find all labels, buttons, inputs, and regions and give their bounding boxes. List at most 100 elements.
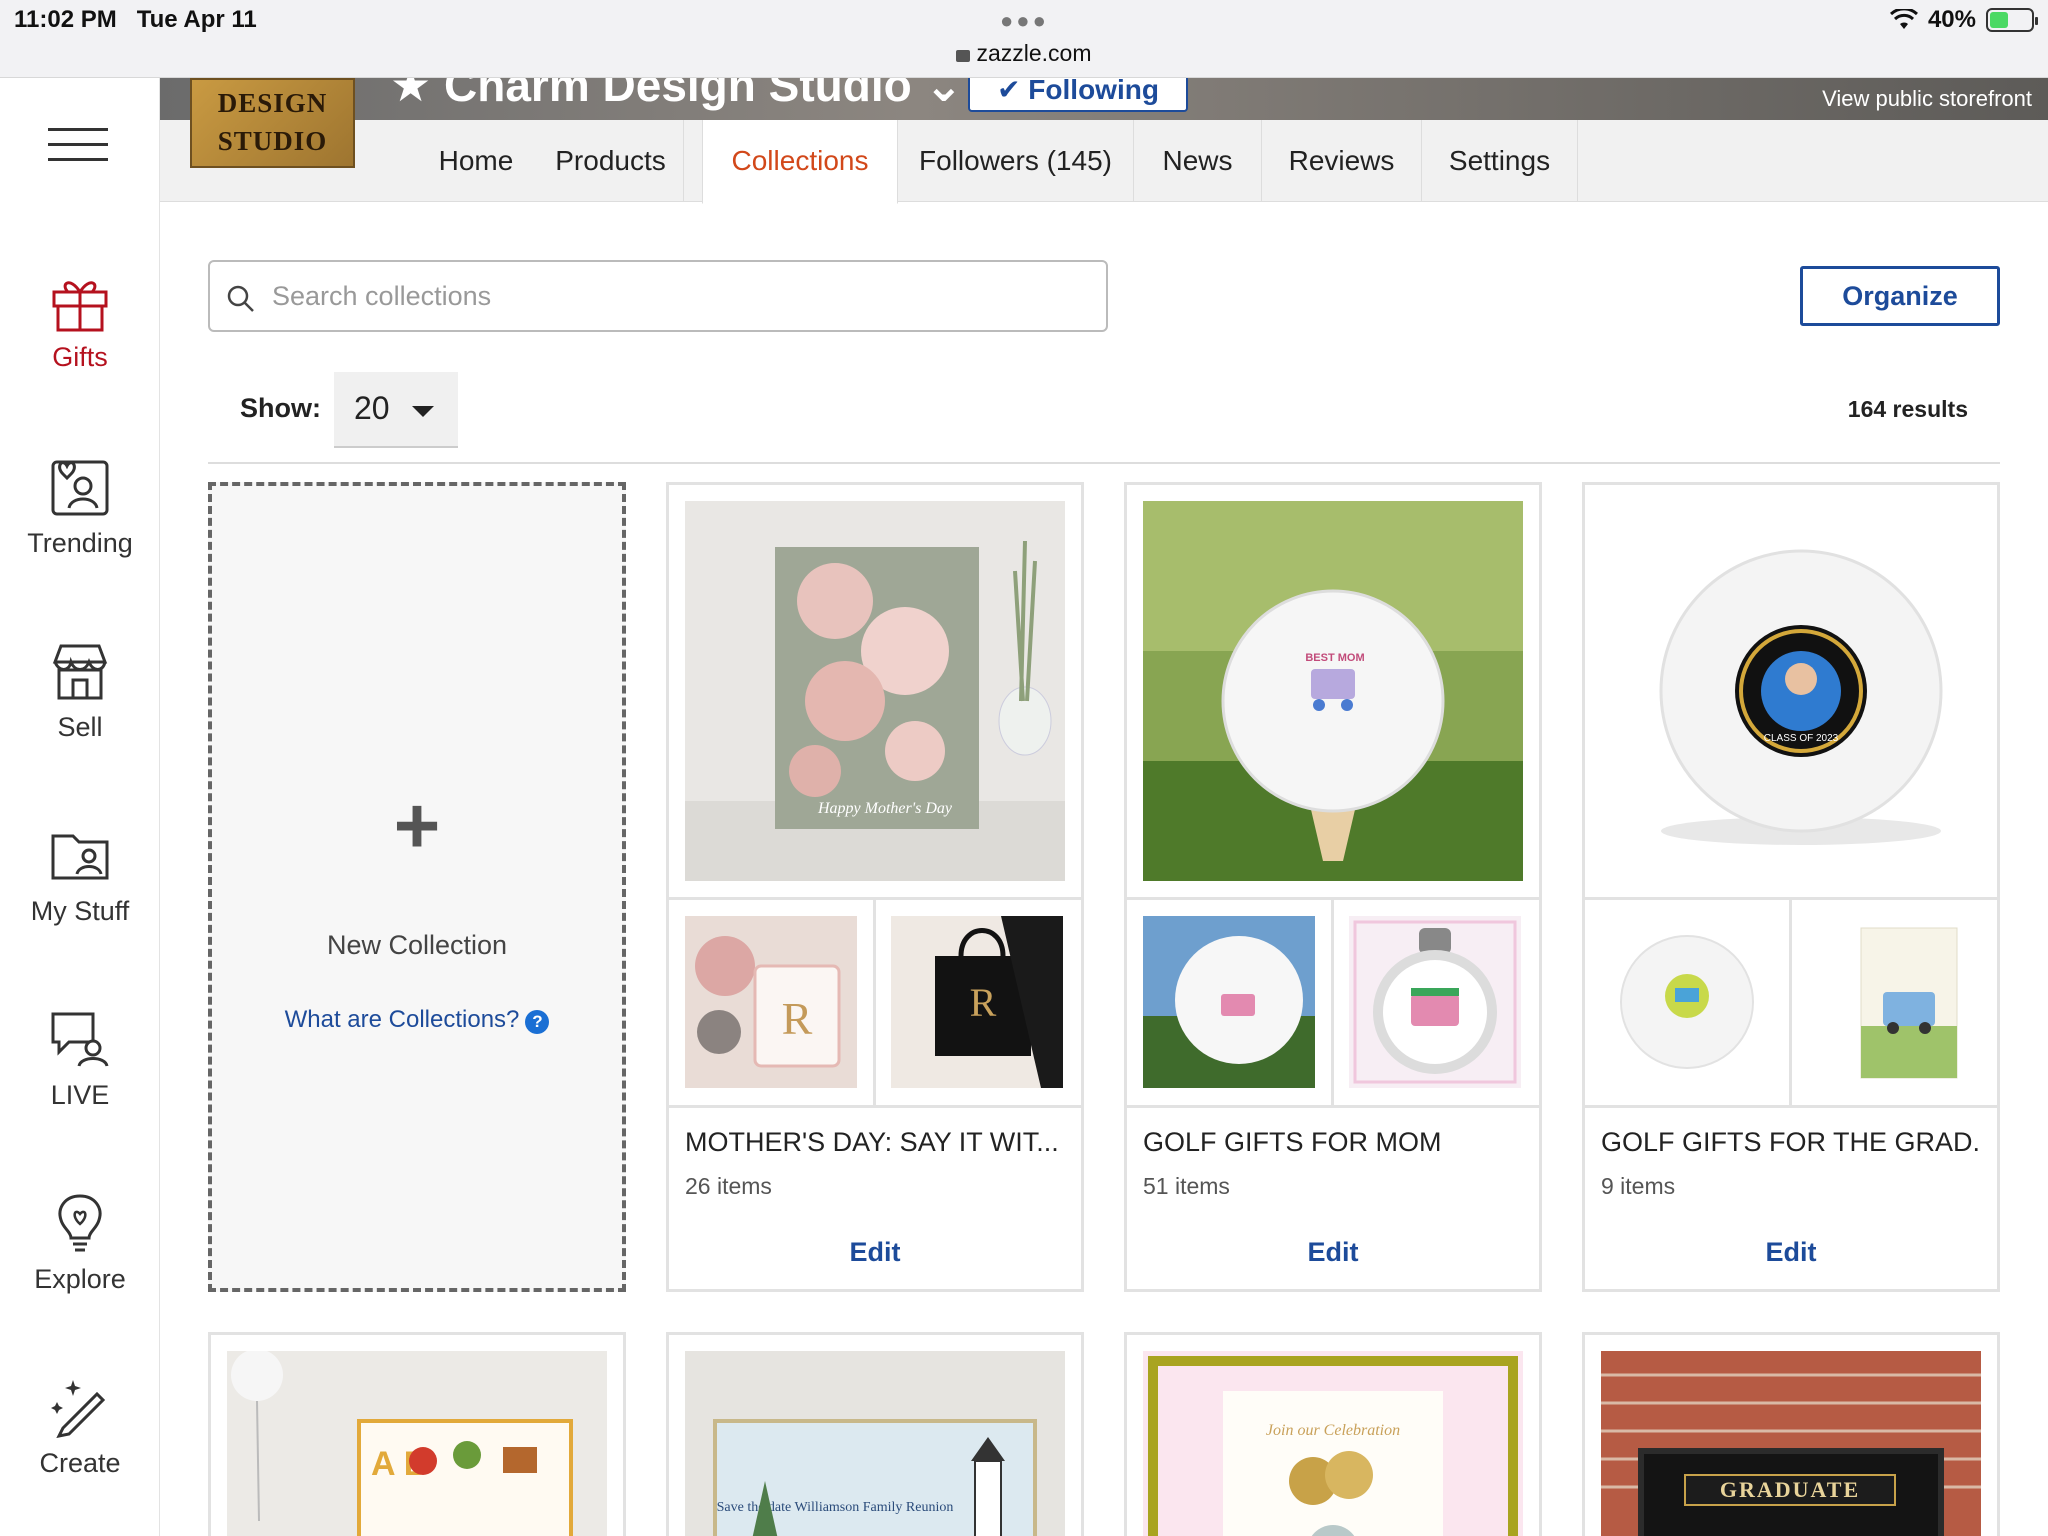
what-are-collections-link[interactable]: What are Collections?? bbox=[212, 1006, 622, 1034]
edit-link[interactable]: Edit bbox=[1585, 1237, 1997, 1268]
collection-cover-image: Happy Mother's Day bbox=[685, 501, 1065, 881]
card-text: GRADUATE bbox=[1720, 1477, 1860, 1502]
tab-followers[interactable]: Followers (145) bbox=[898, 120, 1134, 202]
store-banner: ★ Charm Design Studio ⌄ ✔ Following View… bbox=[160, 78, 2048, 120]
divider bbox=[208, 462, 2000, 464]
date-text: Tue Apr 11 bbox=[136, 6, 257, 33]
rail-label: Gifts bbox=[52, 342, 108, 372]
collection-card[interactable]: Save the date Williamson Family Reunion bbox=[666, 1332, 1084, 1536]
rail-item-sell[interactable]: Sell bbox=[0, 640, 160, 743]
card-text: Save the date Williamson Family Reunion bbox=[717, 1500, 954, 1515]
url-text: zazzle.com bbox=[976, 40, 1092, 66]
trending-icon bbox=[51, 460, 109, 516]
magic-pen-icon bbox=[51, 1380, 106, 1438]
page-size-value: 20 bbox=[354, 390, 390, 426]
rail-label: Trending bbox=[27, 528, 133, 558]
rail-item-my-stuff[interactable]: My Stuff bbox=[0, 824, 160, 927]
folder-icon bbox=[51, 834, 109, 880]
tab-products[interactable]: Products bbox=[538, 120, 684, 202]
lock-icon bbox=[956, 50, 971, 62]
chevron-down-icon bbox=[412, 406, 434, 417]
collection-thumb bbox=[1143, 916, 1315, 1088]
view-storefront-link[interactable]: View public storefront bbox=[1822, 86, 2032, 112]
collection-title[interactable]: GOLF GIFTS FOR MOM bbox=[1143, 1127, 1523, 1158]
collection-thumb bbox=[1349, 916, 1521, 1088]
collection-card[interactable]: GRADUATE bbox=[1582, 1332, 2000, 1536]
collection-cover-image: GRADUATE bbox=[1601, 1351, 1981, 1536]
show-label: Show: bbox=[240, 393, 321, 423]
organize-button[interactable]: Organize bbox=[1800, 266, 2000, 326]
collection-cover-image: Join our Celebration bbox=[1143, 1351, 1523, 1536]
card-text: Join our Celebration bbox=[1266, 1422, 1400, 1439]
tab-collections[interactable]: Collections bbox=[702, 120, 898, 204]
tab-reviews[interactable]: Reviews bbox=[1262, 120, 1422, 202]
rail-item-gifts[interactable]: Gifts bbox=[0, 274, 160, 373]
collection-cover-image: BEST MOM bbox=[1143, 501, 1523, 881]
collection-cover-image: A B bbox=[227, 1351, 607, 1536]
search-icon bbox=[227, 285, 254, 312]
collection-thumb bbox=[1807, 916, 1979, 1088]
battery-icon bbox=[1986, 8, 2038, 32]
edit-link[interactable]: Edit bbox=[1127, 1237, 1539, 1268]
collection-card[interactable]: Join our Celebration bbox=[1124, 1332, 1542, 1536]
logo-line-1: DESIGN bbox=[217, 88, 328, 118]
help-icon: ? bbox=[525, 1010, 550, 1034]
rail-item-live[interactable]: LIVE bbox=[0, 1008, 160, 1111]
svg-text:R: R bbox=[782, 993, 813, 1044]
collection-card[interactable]: Happy Mother's Day R R MOTHER'S DAY: SAY… bbox=[666, 482, 1084, 1292]
clock: 11:02 PM Tue Apr 11 bbox=[14, 6, 277, 34]
collection-cover-image: CLASS OF 2023 bbox=[1601, 501, 1981, 881]
svg-text:R: R bbox=[970, 980, 997, 1025]
logo-line-2: STUDIO bbox=[217, 126, 328, 156]
new-collection-card[interactable]: + New Collection What are Collections?? bbox=[208, 482, 626, 1292]
collection-thumb: R bbox=[685, 916, 857, 1088]
store-logo: DESIGN STUDIO bbox=[190, 78, 355, 168]
collection-title[interactable]: MOTHER'S DAY: SAY IT WIT... bbox=[685, 1127, 1065, 1158]
live-chat-icon bbox=[51, 1012, 109, 1067]
status-icons: 40% bbox=[1889, 6, 2038, 34]
left-nav-rail: Gifts Trending Sell My Stuff LIVE Explor… bbox=[0, 78, 160, 1536]
more-dots-icon[interactable]: ●●● bbox=[1000, 8, 1049, 34]
rail-item-explore[interactable]: Explore bbox=[0, 1192, 160, 1295]
battery-percent: 40% bbox=[1927, 6, 1976, 33]
hamburger-menu-icon[interactable] bbox=[48, 128, 108, 162]
search-input[interactable] bbox=[272, 272, 1092, 320]
tab-news[interactable]: News bbox=[1134, 120, 1262, 202]
storefront-icon bbox=[52, 644, 108, 700]
rail-label: Sell bbox=[57, 712, 103, 742]
tab-settings[interactable]: Settings bbox=[1422, 120, 1578, 202]
collection-card[interactable]: CLASS OF 2023 GOLF GIFTS FOR THE GRAD...… bbox=[1582, 482, 2000, 1292]
address-bar[interactable]: zazzle.com bbox=[0, 40, 2048, 67]
lightbulb-icon bbox=[58, 1194, 102, 1252]
edit-link[interactable]: Edit bbox=[669, 1237, 1081, 1268]
collection-item-count: 9 items bbox=[1601, 1173, 1676, 1199]
search-box[interactable] bbox=[208, 260, 1108, 332]
rail-label: Create bbox=[39, 1448, 121, 1478]
card-text: CLASS OF 2023 bbox=[1764, 733, 1839, 744]
collection-title[interactable]: GOLF GIFTS FOR THE GRAD... bbox=[1601, 1127, 1981, 1158]
rail-label: LIVE bbox=[50, 1080, 110, 1110]
collection-thumb bbox=[1601, 916, 1773, 1088]
rail-label: Explore bbox=[34, 1264, 126, 1294]
new-collection-label: New Collection bbox=[326, 930, 508, 960]
collection-card[interactable]: BEST MOM GOLF GIFTS FOR MOM 51 items Edi… bbox=[1124, 482, 1542, 1292]
browser-status-bar: 11:02 PM Tue Apr 11 ●●● zazzle.com 40% bbox=[0, 0, 2048, 78]
collection-card[interactable]: A B bbox=[208, 1332, 626, 1536]
collection-thumb: R bbox=[891, 916, 1063, 1088]
rail-label: My Stuff bbox=[30, 896, 130, 926]
wifi-icon bbox=[1889, 9, 1918, 29]
time-text: 11:02 PM bbox=[14, 6, 117, 33]
page-size-select[interactable]: 20 bbox=[334, 372, 458, 448]
card-text: Happy Mother's Day bbox=[817, 800, 953, 817]
plus-icon: + bbox=[393, 781, 441, 870]
gift-icon bbox=[52, 281, 108, 332]
card-text: BEST MOM bbox=[1305, 652, 1364, 664]
tab-home[interactable]: Home bbox=[414, 120, 538, 202]
store-name[interactable]: ★ Charm Design Studio ⌄ bbox=[390, 78, 963, 112]
rail-item-trending[interactable]: Trending bbox=[0, 456, 160, 559]
following-button[interactable]: ✔ Following bbox=[968, 78, 1188, 112]
collection-item-count: 26 items bbox=[685, 1173, 772, 1199]
collection-item-count: 51 items bbox=[1143, 1173, 1230, 1199]
rail-item-create[interactable]: Create bbox=[0, 1376, 160, 1479]
collection-cover-image: Save the date Williamson Family Reunion bbox=[685, 1351, 1065, 1536]
